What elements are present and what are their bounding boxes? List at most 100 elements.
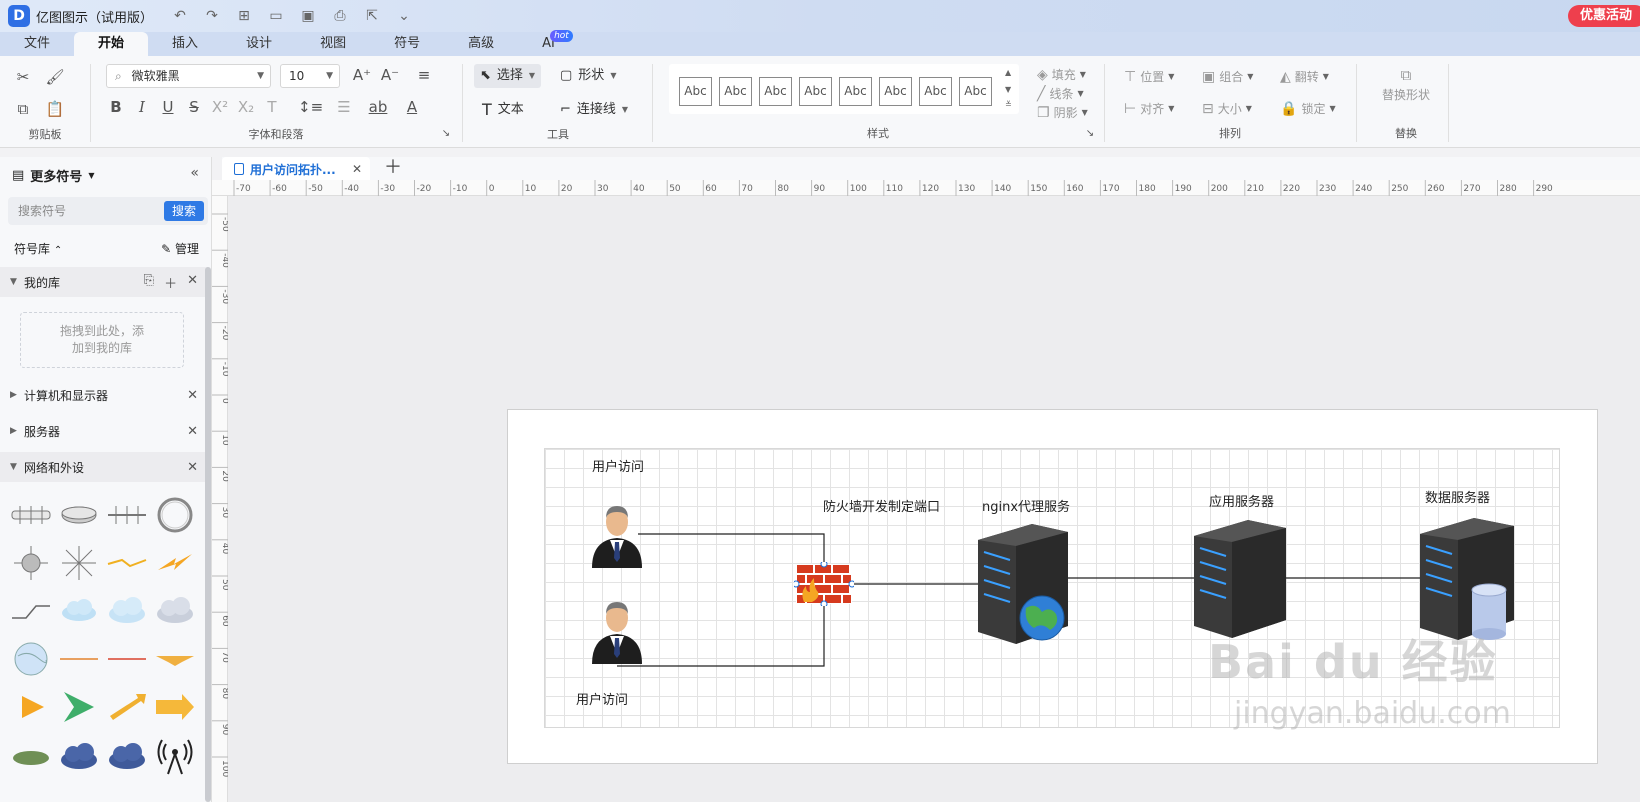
lightning-link-symbol[interactable] xyxy=(104,540,150,586)
play-arrow-symbol[interactable] xyxy=(8,684,54,730)
my-library-drop-zone[interactable]: 拖拽到此处，添 加到我的库 xyxy=(20,312,184,368)
document-tab[interactable]: 用户访问拓扑... ✕ xyxy=(222,157,370,181)
tab-insert[interactable]: 插入 xyxy=(148,32,222,56)
tab-file[interactable]: 文件 xyxy=(0,32,74,56)
shadow-button[interactable]: ❐ 阴影 ▼ xyxy=(1037,104,1088,121)
gallery-up-icon[interactable]: ▲ xyxy=(1005,68,1011,77)
add-icon[interactable]: ＋ xyxy=(164,273,177,292)
star-hub-symbol[interactable] xyxy=(8,540,54,586)
font-color-icon[interactable]: A xyxy=(402,98,422,116)
print-icon[interactable]: ⎙ xyxy=(331,8,349,24)
export-icon[interactable]: ⇱ xyxy=(363,8,381,24)
dark-cloud-symbol[interactable] xyxy=(104,732,150,778)
close-icon[interactable]: ✕ xyxy=(187,388,198,403)
new-icon[interactable]: ⊞ xyxy=(235,8,253,24)
red-link-symbol[interactable] xyxy=(104,636,150,682)
symbol-library-toggle[interactable]: 符号库 ⌃ xyxy=(14,240,62,257)
connector-user-bottom[interactable] xyxy=(617,602,825,667)
right-arrow-symbol[interactable] xyxy=(152,684,198,730)
paste-icon[interactable]: 📋 xyxy=(45,100,65,118)
group-button[interactable]: ▣ 组合 ▼ xyxy=(1202,68,1253,85)
user-person-icon[interactable] xyxy=(588,592,646,664)
italic-icon[interactable]: I xyxy=(132,98,152,116)
user-person-icon[interactable] xyxy=(588,496,646,568)
lightning-symbol[interactable] xyxy=(152,540,198,586)
dark-cloud-symbol[interactable] xyxy=(56,732,102,778)
orange-link-symbol[interactable] xyxy=(56,636,102,682)
wing-link-symbol[interactable] xyxy=(152,636,198,682)
text-button[interactable]: T 文本 xyxy=(476,98,530,122)
tab-advanced[interactable]: 高级 xyxy=(444,32,518,56)
firewall-icon[interactable] xyxy=(794,562,854,606)
tab-design[interactable]: 设计 xyxy=(222,32,296,56)
manage-button[interactable]: ✎ 管理 xyxy=(161,240,199,257)
undo-icon[interactable]: ↶ xyxy=(171,8,189,24)
select-button[interactable]: ⬉ 选择 ▼ xyxy=(474,64,542,88)
ring-symbol[interactable] xyxy=(152,492,198,538)
fill-button[interactable]: ◈ 填充 ▼ xyxy=(1037,66,1086,83)
green-arrow-symbol[interactable] xyxy=(56,684,102,730)
bus-symbol[interactable] xyxy=(104,492,150,538)
style-preset[interactable]: Abc xyxy=(799,77,832,106)
firewall-label[interactable]: 防火墙开发制定端口 xyxy=(823,496,940,515)
strikethrough-icon[interactable]: S xyxy=(184,98,204,116)
style-preset[interactable]: Abc xyxy=(959,77,992,106)
save-icon[interactable]: ▣ xyxy=(299,8,317,24)
cloud-symbol[interactable] xyxy=(104,588,150,634)
increase-font-icon[interactable]: A⁺ xyxy=(352,66,372,84)
hub-symbol[interactable] xyxy=(8,492,54,538)
align-button[interactable]: ⊢ 对齐 ▼ xyxy=(1124,100,1174,117)
tab-ai[interactable]: AI hot xyxy=(518,30,579,56)
gallery-more-icon[interactable]: ≚ xyxy=(1005,100,1012,109)
flip-button[interactable]: ◭ 翻转 ▼ xyxy=(1280,68,1329,85)
nginx-server-icon[interactable] xyxy=(976,522,1076,646)
font-size-combo[interactable]: 10 ▼ xyxy=(280,64,340,88)
decrease-font-icon[interactable]: A⁻ xyxy=(380,66,400,84)
line-spacing-icon[interactable]: ↕≡ xyxy=(298,98,323,116)
gallery-down-icon[interactable]: ▼ xyxy=(1005,85,1011,94)
replace-shape-button[interactable]: ⧉ 替换形状 xyxy=(1366,66,1446,103)
font-name-combo[interactable]: ⌕ 微软雅黑 ▼ xyxy=(106,64,271,88)
diagonal-arrow-symbol[interactable] xyxy=(104,684,150,730)
customize-chevron-icon[interactable]: ⌄ xyxy=(395,8,413,24)
import-icon[interactable]: ⎘ xyxy=(144,273,154,292)
underline-icon[interactable]: U xyxy=(158,98,178,116)
superscript-icon[interactable]: X² xyxy=(210,98,230,116)
link-line-symbol[interactable] xyxy=(8,588,54,634)
drawing-canvas[interactable]: 用户访问 用户访问 防火墙开发制定端口 nginx代理服务 应用服务器 数据服务… xyxy=(228,196,1640,802)
highlight-icon[interactable]: ab xyxy=(368,98,388,116)
close-icon[interactable]: ✕ xyxy=(187,273,198,292)
dialog-launcher-icon[interactable]: ↘ xyxy=(436,128,456,139)
category-servers[interactable]: ▶ 服务器 ✕ xyxy=(0,416,208,446)
size-button[interactable]: ⊟ 大小 ▼ xyxy=(1202,100,1252,117)
text-case-icon[interactable]: T xyxy=(262,98,282,116)
subscript-icon[interactable]: X₂ xyxy=(236,98,256,116)
redo-icon[interactable]: ↷ xyxy=(203,8,221,24)
connector-button[interactable]: ⌐ 连接线 ▼ xyxy=(554,98,634,122)
database-server-icon[interactable] xyxy=(1418,516,1518,642)
category-computers[interactable]: ▶ 计算机和显示器 ✕ xyxy=(0,380,208,410)
cut-icon[interactable]: ✂ xyxy=(13,68,33,86)
sidebar-scrollbar[interactable] xyxy=(205,267,211,802)
style-preset[interactable]: Abc xyxy=(679,77,712,106)
close-icon[interactable]: ✕ xyxy=(187,460,198,475)
add-tab-icon[interactable]: ＋ xyxy=(384,157,402,179)
lock-button[interactable]: 🔒 锁定 ▼ xyxy=(1280,100,1336,117)
copy-icon[interactable]: ⧉ xyxy=(13,100,33,118)
dialog-launcher-icon[interactable]: ↘ xyxy=(1080,128,1100,139)
collapse-sidebar-icon[interactable]: « xyxy=(190,165,199,181)
cloud-gray-symbol[interactable] xyxy=(152,588,198,634)
antenna-symbol[interactable] xyxy=(152,732,198,778)
style-preset[interactable]: Abc xyxy=(759,77,792,106)
bold-icon[interactable]: B xyxy=(106,98,126,116)
style-preset[interactable]: Abc xyxy=(919,77,952,106)
category-network[interactable]: ▼ 网络和外设 ✕ xyxy=(0,452,208,482)
category-my-library[interactable]: ▼ 我的库 ⎘ ＋ ✕ xyxy=(0,267,208,297)
star-network-symbol[interactable] xyxy=(56,540,102,586)
position-button[interactable]: ⊤ 位置 ▼ xyxy=(1124,68,1174,85)
tab-home[interactable]: 开始 xyxy=(74,32,149,56)
nginx-label[interactable]: nginx代理服务 xyxy=(982,496,1070,515)
app-server-icon[interactable] xyxy=(1192,518,1292,640)
globe-symbol[interactable] xyxy=(8,636,54,682)
format-painter-icon[interactable]: 🖌 xyxy=(45,68,65,86)
